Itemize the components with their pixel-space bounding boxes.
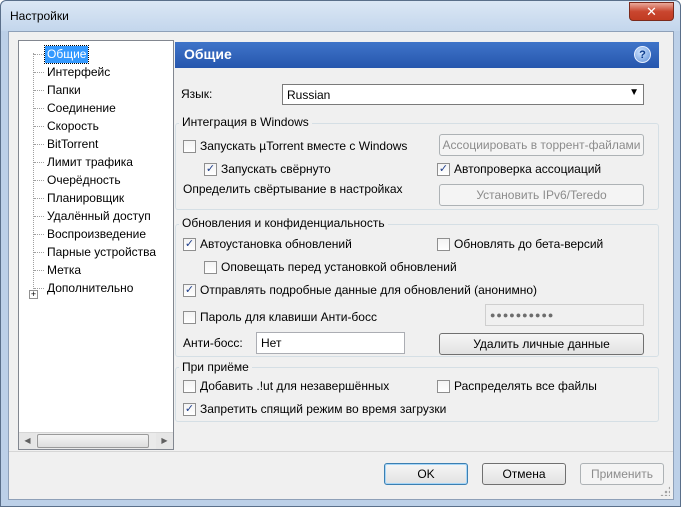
tree-item[interactable]: Папки: [45, 82, 83, 99]
tree-connector: [34, 270, 44, 271]
dropdown-arrow-icon: ▼: [629, 87, 639, 98]
tree-item[interactable]: Парные устройства: [45, 244, 158, 261]
delete-personal-data-button[interactable]: Удалить личные данные: [439, 333, 644, 355]
tree-item[interactable]: Скорость: [45, 118, 101, 135]
auto-check-assoc-label: Автопроверка ассоциаций: [454, 162, 602, 176]
tree-item[interactable]: Планировщик: [45, 190, 126, 207]
close-icon: ✕: [646, 3, 657, 19]
install-ipv6-button[interactable]: Установить IPv6/Teredo: [439, 184, 644, 206]
boss-password-checkbox[interactable]: [183, 311, 196, 324]
auto-install-checkbox[interactable]: ✓: [183, 238, 196, 251]
cancel-button[interactable]: Отмена: [482, 463, 566, 485]
expand-plus-icon[interactable]: +: [29, 290, 38, 299]
tree-connector: [34, 108, 44, 109]
close-button[interactable]: ✕: [629, 2, 674, 21]
tree-item[interactable]: Интерфейс: [45, 64, 112, 81]
scroll-right-arrow-icon[interactable]: ▶: [156, 433, 173, 449]
tree-item[interactable]: Соединение: [45, 100, 118, 117]
title-bar[interactable]: Настройки ✕: [1, 1, 680, 31]
start-with-windows-label: Запускать µTorrent вместе с Windows: [200, 139, 408, 153]
start-minimized-label: Запускать свёрнуто: [221, 162, 331, 176]
add-ut-extension-checkbox[interactable]: [183, 380, 196, 393]
dialog-client: Общие Интерфейс Папки Соединение Скорость Bit…: [8, 31, 674, 500]
tree-item[interactable]: Дополнительно: [45, 280, 135, 297]
scroll-left-arrow-icon[interactable]: ◀: [19, 433, 36, 449]
tree-connector: [34, 180, 44, 181]
tree-item[interactable]: Воспроизведение: [45, 226, 148, 243]
tree-item[interactable]: BitTorrent: [45, 136, 100, 153]
send-details-checkbox[interactable]: ✓: [183, 284, 196, 297]
tree-item[interactable]: Удалённый доступ: [45, 208, 153, 225]
distribute-files-checkbox[interactable]: [437, 380, 450, 393]
tree-connector: [34, 72, 44, 73]
tree-horizontal-scrollbar[interactable]: ◀ ▶: [19, 432, 173, 449]
prevent-sleep-checkbox[interactable]: ✓: [183, 403, 196, 416]
prevent-sleep-label: Запретить спящий режим во время загрузки: [200, 402, 447, 416]
language-value: Russian: [287, 88, 331, 102]
start-minimized-checkbox[interactable]: ✓: [204, 163, 217, 176]
boss-key-label: Анти-босс:: [183, 336, 243, 350]
tree-connector: [34, 90, 44, 91]
add-ut-extension-label: Добавить .!ut для незавершённых: [200, 379, 390, 393]
notify-before-label: Оповещать перед установкой обновлений: [221, 260, 457, 274]
tree-item[interactable]: Общие: [43, 45, 90, 64]
send-details-label: Отправлять подробные данные для обновлен…: [200, 283, 537, 297]
tree-connector: [34, 126, 44, 127]
tree-connector: [34, 198, 44, 199]
apply-button[interactable]: Применить: [580, 463, 664, 485]
auto-install-label: Автоустановка обновлений: [200, 237, 352, 251]
tree-item[interactable]: Очерёдность: [45, 172, 123, 189]
panel-header: Общие ?: [175, 42, 659, 68]
updates-privacy-title: Обновления и конфиденциальность: [179, 216, 388, 230]
tree-connector: [34, 162, 44, 163]
panel-title: Общие: [184, 46, 232, 62]
on-receive-title: При приёме: [179, 360, 252, 374]
start-with-windows-checkbox[interactable]: [183, 140, 196, 153]
tree-item[interactable]: Лимит трафика: [45, 154, 135, 171]
tree-item[interactable]: Метка: [45, 262, 83, 279]
beta-updates-checkbox[interactable]: [437, 238, 450, 251]
window-title: Настройки: [10, 9, 69, 23]
distribute-files-label: Распределять все файлы: [454, 379, 597, 393]
tree-connector: [34, 144, 44, 145]
resize-grip-icon[interactable]: [660, 486, 670, 496]
tree-connector: [34, 216, 44, 217]
tree-connector: [34, 54, 44, 55]
tree-connector: [34, 234, 44, 235]
minimize-settings-text: Определить свёртывание в настройках: [183, 182, 403, 196]
windows-integration-title: Интеграция в Windows: [179, 115, 312, 129]
footer-separator: [9, 451, 673, 452]
boss-password-label: Пароль для клавиши Анти-босс: [200, 310, 377, 324]
scrollbar-thumb[interactable]: [37, 434, 149, 448]
help-icon[interactable]: ?: [634, 46, 651, 63]
notify-before-checkbox[interactable]: [204, 261, 217, 274]
settings-window: Настройки ✕ Общие Интерфейс Папки Соединени…: [0, 0, 681, 507]
ok-button[interactable]: OK: [384, 463, 468, 485]
language-select[interactable]: Russian ▼: [282, 84, 644, 105]
beta-updates-label: Обновлять до бета-версий: [454, 237, 604, 251]
boss-password-input[interactable]: ●●●●●●●●●●: [485, 304, 644, 326]
associate-torrent-button[interactable]: Ассоциировать в торрент-файлами: [439, 134, 644, 156]
language-label: Язык:: [181, 87, 213, 101]
settings-tree[interactable]: Общие Интерфейс Папки Соединение Скорость Bit…: [18, 40, 174, 450]
auto-check-assoc-checkbox[interactable]: ✓: [437, 163, 450, 176]
tree-connector: [34, 252, 44, 253]
boss-key-input[interactable]: Нет: [256, 332, 405, 354]
